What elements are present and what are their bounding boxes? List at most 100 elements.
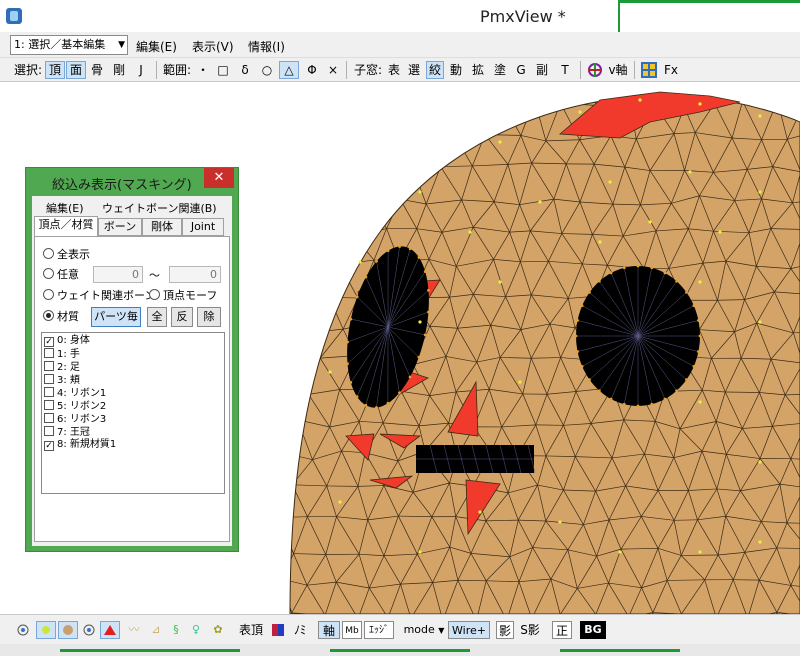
- material-label: 7: 王冠: [57, 427, 90, 438]
- material-item[interactable]: 1: 手: [44, 348, 80, 360]
- material-item[interactable]: 4: リボン1: [44, 387, 106, 399]
- dialog-title: 絞込み表示(マスキング): [52, 178, 192, 193]
- ortho-button[interactable]: 正: [552, 621, 572, 639]
- tab-joint[interactable]: Joint: [182, 218, 224, 236]
- rigid-icon[interactable]: ✿: [210, 621, 226, 639]
- material-item[interactable]: 7: 王冠: [44, 426, 90, 438]
- range-point-button[interactable]: ・: [196, 61, 210, 79]
- mode-dropdown[interactable]: mode ▼: [402, 621, 446, 639]
- material-item[interactable]: 6: リボン3: [44, 413, 106, 425]
- invert-button[interactable]: 反: [171, 307, 193, 327]
- child-paint-button[interactable]: 塗: [492, 61, 508, 79]
- grid-icon[interactable]: [640, 61, 658, 79]
- radio-vertex-morph[interactable]: 頂点モーフ: [149, 288, 217, 304]
- child-table-button[interactable]: 表: [386, 61, 402, 79]
- close-button[interactable]: ✕: [204, 168, 234, 188]
- child-select-button[interactable]: 選: [406, 61, 422, 79]
- per-parts-button[interactable]: パーツ毎: [91, 307, 141, 327]
- vertex-star-icon[interactable]: [36, 621, 56, 639]
- select-face-button[interactable]: 面: [66, 61, 86, 79]
- exclude-button[interactable]: 除: [197, 307, 221, 327]
- material-checkbox[interactable]: [44, 413, 54, 423]
- menu-edit[interactable]: 編集(E): [136, 38, 177, 55]
- material-item[interactable]: 3: 頬: [44, 374, 80, 386]
- color-icon[interactable]: [270, 621, 286, 639]
- fx-button[interactable]: Fx: [662, 61, 680, 79]
- axis-button[interactable]: 軸: [318, 621, 340, 639]
- material-label: 3: 頬: [57, 375, 80, 386]
- material-item[interactable]: 5: リボン2: [44, 400, 106, 412]
- range-delta-button[interactable]: δ: [238, 61, 252, 79]
- range-rect-button[interactable]: □: [216, 61, 230, 79]
- child-move-button[interactable]: 動: [448, 61, 464, 79]
- shadow-button[interactable]: 影: [496, 621, 514, 639]
- material-checkbox[interactable]: ✓: [44, 337, 54, 347]
- v-axis-button[interactable]: v軸: [606, 61, 630, 79]
- material-item[interactable]: 2: 足: [44, 361, 80, 373]
- crosshair-icon[interactable]: [586, 61, 604, 79]
- child-g-button[interactable]: G: [514, 61, 528, 79]
- bg-button[interactable]: BG: [580, 621, 606, 639]
- range-to-field[interactable]: 0: [169, 266, 221, 283]
- child-t-button[interactable]: T: [558, 61, 572, 79]
- edge-button[interactable]: ｴｯｼﾞ: [364, 621, 394, 639]
- face-icon[interactable]: [58, 621, 78, 639]
- select-joint-button[interactable]: J: [132, 61, 150, 79]
- material-checkbox[interactable]: [44, 387, 54, 397]
- table-top-button[interactable]: 表頂: [236, 621, 266, 639]
- radio-show-all[interactable]: 全表示: [43, 247, 90, 263]
- menu-info[interactable]: 情報(I): [248, 38, 285, 55]
- range-phi-button[interactable]: Φ: [304, 61, 320, 79]
- app-icon[interactable]: [6, 8, 22, 24]
- child-sub-button[interactable]: 副: [534, 61, 550, 79]
- radio-weight-bone[interactable]: ウェイト関連ボーン: [43, 288, 155, 304]
- self-shadow-button[interactable]: S影: [518, 621, 542, 639]
- material-checkbox[interactable]: ✓: [44, 441, 54, 451]
- range-circle-button[interactable]: ○: [259, 61, 275, 79]
- mode-select[interactable]: 1: 選択／基本編集 ▼: [10, 35, 128, 55]
- triangle-icon[interactable]: [100, 621, 120, 639]
- range-triangle-button[interactable]: △: [279, 61, 299, 79]
- material-list[interactable]: ✓ 0: 身体 1: 手 2: 足 3: 頬 4: リボン1 5: リボン2 6: リボン3 7…: [41, 332, 225, 494]
- material-checkbox[interactable]: [44, 426, 54, 436]
- radio-label: 頂点モーフ: [163, 289, 218, 302]
- radio-target-icon[interactable]: [16, 621, 30, 639]
- normal-icon[interactable]: ⊿: [146, 621, 166, 639]
- mb-button[interactable]: Mb: [342, 621, 362, 639]
- radio-label: 任意: [57, 268, 79, 281]
- title-bar: PmxView *: [0, 0, 800, 32]
- wire-plus-button[interactable]: Wire+: [448, 621, 490, 639]
- bone-icon[interactable]: §: [168, 621, 184, 639]
- material-label: 6: リボン3: [57, 414, 107, 425]
- material-checkbox[interactable]: [44, 400, 54, 410]
- radio-target-icon[interactable]: [82, 621, 96, 639]
- select-rigid-button[interactable]: 剛: [110, 61, 128, 79]
- dialog-menu-edit[interactable]: 編集(E): [46, 200, 84, 216]
- material-checkbox[interactable]: [44, 348, 54, 358]
- tab-rigid[interactable]: 剛体: [142, 218, 182, 236]
- child-mask-button[interactable]: 絞: [426, 61, 444, 79]
- joint-icon[interactable]: ♀: [188, 621, 204, 639]
- select-all-button[interactable]: 全: [147, 307, 167, 327]
- radio-arbitrary[interactable]: 任意: [43, 267, 79, 283]
- radio-indicator: [43, 289, 54, 300]
- material-item[interactable]: ✓ 8: 新規材質1: [44, 439, 116, 451]
- tab-panel: 全表示 任意 0 〜 0 ウェイト関連ボーン 頂点モーフ 材質 パーツ毎 全 反…: [34, 236, 230, 542]
- wire-icon[interactable]: 〰: [124, 621, 144, 639]
- select-bone-button[interactable]: 骨: [88, 61, 106, 79]
- tab-vertex-material[interactable]: 頂点／材質: [34, 216, 98, 237]
- taskbar-indicator: [60, 649, 240, 652]
- select-vertex-button[interactable]: 頂: [45, 61, 65, 79]
- material-checkbox[interactable]: [44, 361, 54, 371]
- tab-bone[interactable]: ボーン: [98, 218, 142, 236]
- dialog-menu-weight-bone[interactable]: ウェイトボーン関連(B): [102, 200, 217, 216]
- material-checkbox[interactable]: [44, 374, 54, 384]
- material-item[interactable]: ✓ 0: 身体: [44, 335, 90, 347]
- menu-view[interactable]: 表示(V): [192, 38, 234, 55]
- radio-label: 材質: [57, 310, 79, 323]
- child-scale-button[interactable]: 拡: [470, 61, 486, 79]
- range-from-field[interactable]: 0: [93, 266, 143, 283]
- radio-material[interactable]: 材質: [43, 309, 79, 325]
- no-button[interactable]: ﾉﾐ: [290, 621, 310, 639]
- range-cross-button[interactable]: ×: [326, 61, 340, 79]
